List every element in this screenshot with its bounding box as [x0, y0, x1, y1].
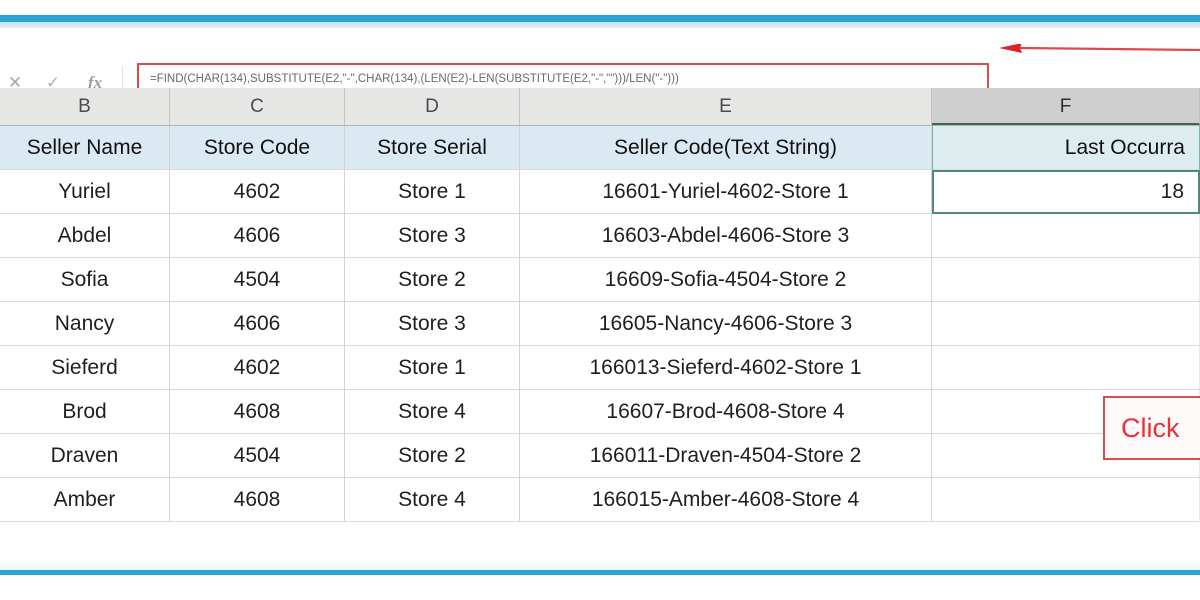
table-row: Sofia 4504 Store 2 16609-Sofia-4504-Store 2: [0, 258, 1200, 302]
cell-d6[interactable]: Store 1: [345, 346, 520, 390]
cell-d3[interactable]: Store 3: [345, 214, 520, 258]
cell-c7[interactable]: 4608: [170, 390, 345, 434]
cell-d5[interactable]: Store 3: [345, 302, 520, 346]
table-row: Amber 4608 Store 4 166015-Amber-4608-Store …: [0, 478, 1200, 522]
bottom-accent-rule: [0, 570, 1200, 575]
cell-f4[interactable]: [932, 258, 1200, 302]
cell-f9[interactable]: [932, 478, 1200, 522]
cell-e5[interactable]: 16605-Nancy-4606-Store 3: [520, 302, 932, 346]
column-header-e[interactable]: E: [520, 88, 932, 125]
click-callout-label: Click: [1121, 412, 1180, 443]
formula-bar: ✕ ✓ fx =FIND(CHAR(134),SUBSTITUTE(E2,"-"…: [0, 30, 1200, 100]
cell-e2[interactable]: 16601-Yuriel-4602-Store 1: [520, 170, 932, 214]
table-header-cell-b[interactable]: Seller Name: [0, 126, 170, 170]
cell-d2[interactable]: Store 1: [345, 170, 520, 214]
cell-b4[interactable]: Sofia: [0, 258, 170, 302]
cell-e6[interactable]: 166013-Sieferd-4602-Store 1: [520, 346, 932, 390]
bottom-accent-gradient: [0, 560, 1200, 570]
table-header-row: Seller Name Store Code Store Serial Seller …: [0, 126, 1200, 170]
cell-e4[interactable]: 16609-Sofia-4504-Store 2: [520, 258, 932, 302]
table-row: Brod 4608 Store 4 16607-Brod-4608-Store 4: [0, 390, 1200, 434]
cell-b8[interactable]: Draven: [0, 434, 170, 478]
cell-b2[interactable]: Yuriel: [0, 170, 170, 214]
cell-b3[interactable]: Abdel: [0, 214, 170, 258]
table-header-cell-f[interactable]: Last Occurra: [932, 126, 1200, 170]
cell-b5[interactable]: Nancy: [0, 302, 170, 346]
table-row: Sieferd 4602 Store 1 166013-Sieferd-4602-St…: [0, 346, 1200, 390]
table-header-cell-e[interactable]: Seller Code(Text String): [520, 126, 932, 170]
worksheet-grid: Seller Name Store Code Store Serial Seller …: [0, 126, 1200, 526]
click-callout-box: Click: [1103, 396, 1200, 460]
table-row: Yuriel 4602 Store 1 16601-Yuriel-4602-Store…: [0, 170, 1200, 214]
cell-b6[interactable]: Sieferd: [0, 346, 170, 390]
cell-c9[interactable]: 4608: [170, 478, 345, 522]
column-header-d[interactable]: D: [345, 88, 520, 125]
top-accent-gradient: [0, 22, 1200, 28]
cell-c8[interactable]: 4504: [170, 434, 345, 478]
cell-d7[interactable]: Store 4: [345, 390, 520, 434]
cell-e8[interactable]: 166011-Draven-4504-Store 2: [520, 434, 932, 478]
cell-f5[interactable]: [932, 302, 1200, 346]
cell-c2[interactable]: 4602: [170, 170, 345, 214]
column-header-strip: BCDEF: [0, 88, 1200, 126]
cell-c4[interactable]: 4504: [170, 258, 345, 302]
excel-worksheet-screenshot: ✕ ✓ fx =FIND(CHAR(134),SUBSTITUTE(E2,"-"…: [0, 0, 1200, 600]
cell-b9[interactable]: Amber: [0, 478, 170, 522]
column-header-f[interactable]: F: [932, 88, 1200, 125]
cell-f3[interactable]: [932, 214, 1200, 258]
table-header-cell-c[interactable]: Store Code: [170, 126, 345, 170]
cell-f2[interactable]: 18: [932, 170, 1200, 214]
column-header-b[interactable]: B: [0, 88, 170, 125]
column-header-c[interactable]: C: [170, 88, 345, 125]
cell-d9[interactable]: Store 4: [345, 478, 520, 522]
cell-b7[interactable]: Brod: [0, 390, 170, 434]
cell-c6[interactable]: 4602: [170, 346, 345, 390]
cell-c3[interactable]: 4606: [170, 214, 345, 258]
cell-d8[interactable]: Store 2: [345, 434, 520, 478]
cell-e7[interactable]: 16607-Brod-4608-Store 4: [520, 390, 932, 434]
cell-e9[interactable]: 166015-Amber-4608-Store 4: [520, 478, 932, 522]
cell-f6[interactable]: [932, 346, 1200, 390]
table-header-cell-d[interactable]: Store Serial: [345, 126, 520, 170]
cell-d4[interactable]: Store 2: [345, 258, 520, 302]
table-row: Nancy 4606 Store 3 16605-Nancy-4606-Store 3: [0, 302, 1200, 346]
top-accent-rule: [0, 15, 1200, 22]
table-row: Abdel 4606 Store 3 16603-Abdel-4606-Store 3: [0, 214, 1200, 258]
table-row: Draven 4504 Store 2 166011-Draven-4504-Stor…: [0, 434, 1200, 478]
cell-e3[interactable]: 16603-Abdel-4606-Store 3: [520, 214, 932, 258]
cell-c5[interactable]: 4606: [170, 302, 345, 346]
